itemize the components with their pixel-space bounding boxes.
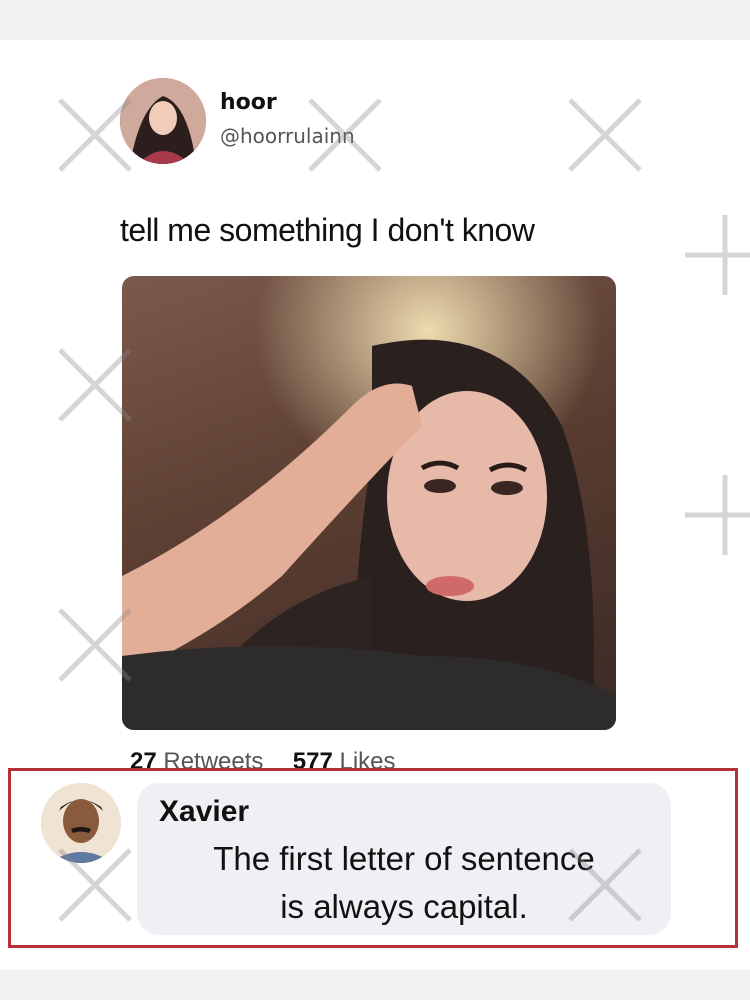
watermark-x-icon xyxy=(50,90,140,180)
tweet-text: tell me something I don't know xyxy=(120,212,535,248)
reply-author-name[interactable]: Xavier xyxy=(159,795,249,829)
watermark-x-icon xyxy=(300,90,390,180)
watermark-plus-icon xyxy=(680,210,750,300)
meme-card: hoor @hoorrulainn tell me something I do… xyxy=(0,40,750,970)
tweet-photo[interactable] xyxy=(122,276,616,730)
watermark-x-icon xyxy=(50,840,140,930)
watermark-x-icon xyxy=(50,340,140,430)
watermark-x-icon xyxy=(560,840,650,930)
author-name[interactable]: hoor xyxy=(220,90,277,115)
watermark-plus-icon xyxy=(680,470,750,560)
watermark-x-icon xyxy=(560,90,650,180)
watermark-x-icon xyxy=(50,600,140,690)
